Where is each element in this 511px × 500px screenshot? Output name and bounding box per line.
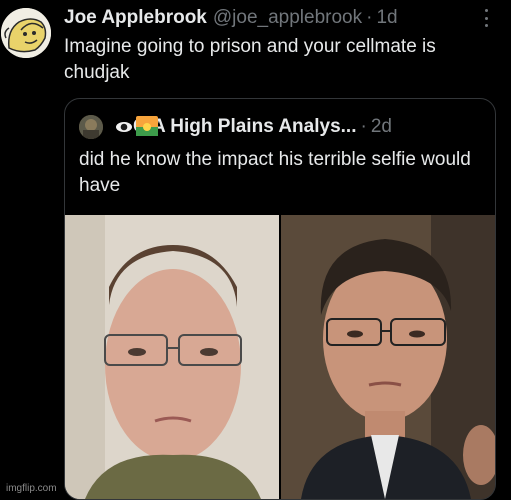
- quoted-timestamp[interactable]: 2d: [371, 116, 392, 138]
- photo-grid: [65, 215, 495, 499]
- tweet-timestamp[interactable]: 1d: [376, 7, 397, 29]
- sunrise-emoji-icon: [136, 116, 158, 136]
- selfie-photo-image: [65, 215, 279, 499]
- courtroom-photo-image: [281, 215, 495, 499]
- quoted-tweet[interactable]: CIA High Plains Analys... · 2d did he kn…: [64, 98, 496, 500]
- tweet-text: Imagine going to prison and your cellmat…: [64, 36, 436, 83]
- quoted-author-name[interactable]: CIA High Plains Analys...: [133, 116, 356, 138]
- quoted-avatar-icon: [79, 115, 103, 139]
- quoted-separator-dot: ·: [360, 116, 367, 137]
- tweet-header: Joe Applebrook @joe_applebrook · 1d: [64, 5, 491, 31]
- separator-dot: ·: [366, 7, 373, 28]
- author-avatar[interactable]: [1, 8, 51, 58]
- selfie-photo[interactable]: [65, 215, 279, 499]
- eye-emoji-icon: [116, 122, 132, 132]
- courtroom-photo[interactable]: [281, 215, 495, 499]
- quoted-tweet-text: did he know the impact his terrible self…: [79, 149, 471, 196]
- watermark-text: imgflip.com: [6, 483, 57, 494]
- quoted-author-avatar[interactable]: [79, 115, 103, 139]
- author-name[interactable]: Joe Applebrook: [64, 7, 207, 29]
- author-handle[interactable]: @joe_applebrook: [213, 7, 362, 29]
- more-options-icon[interactable]: [485, 9, 489, 27]
- cartoon-face-avatar-icon: [1, 8, 51, 58]
